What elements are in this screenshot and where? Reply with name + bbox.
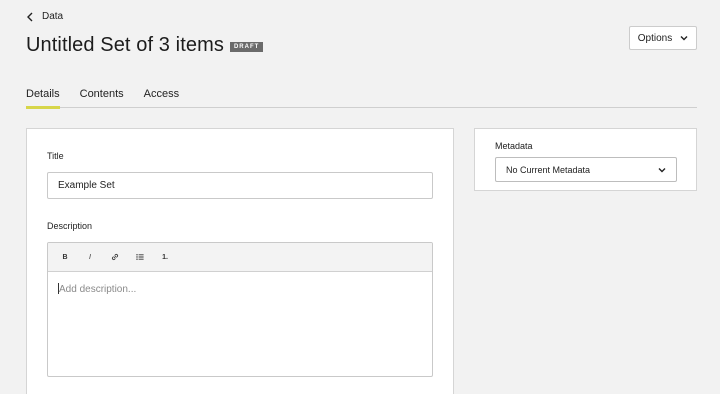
description-editor: B I 1. Add description... [47,242,433,377]
options-button-label: Options [637,32,673,44]
chevron-down-icon [680,36,688,41]
bullet-list-icon [136,254,144,260]
page-title: Untitled Set of 3 items [26,34,224,56]
editor-toolbar: B I 1. [48,243,432,272]
metadata-card: Metadata No Current Metadata [474,128,697,191]
description-placeholder: Add description... [59,284,137,295]
chevron-down-icon [658,167,666,172]
italic-button[interactable]: I [85,252,95,262]
description-textarea[interactable]: Add description... [48,272,432,306]
tab-bar: Details Contents Access [26,86,697,109]
tab-access[interactable]: Access [144,86,179,108]
ordered-list-button[interactable]: 1. [160,252,170,262]
metadata-select[interactable]: No Current Metadata [495,157,677,182]
bullet-list-button[interactable] [135,252,145,262]
status-badge: DRAFT [229,42,264,52]
title-input[interactable]: Example Set [47,172,433,199]
tab-contents[interactable]: Contents [80,86,124,108]
tab-details[interactable]: Details [26,86,60,109]
title-input-value: Example Set [58,180,115,191]
description-label: Description [47,221,93,231]
bold-button[interactable]: B [60,252,70,262]
link-button[interactable] [110,252,120,262]
details-card: Title Example Set Description B I 1. Add… [26,128,454,394]
back-link-label: Data [42,11,64,22]
back-link[interactable]: Data [26,11,63,22]
page-header: Untitled Set of 3 items DRAFT [26,34,264,57]
chevron-left-icon [27,12,33,21]
title-label: Title [47,151,64,161]
metadata-select-value: No Current Metadata [506,164,591,175]
options-button[interactable]: Options [629,26,697,50]
link-icon [111,253,119,261]
metadata-label: Metadata [495,141,533,151]
